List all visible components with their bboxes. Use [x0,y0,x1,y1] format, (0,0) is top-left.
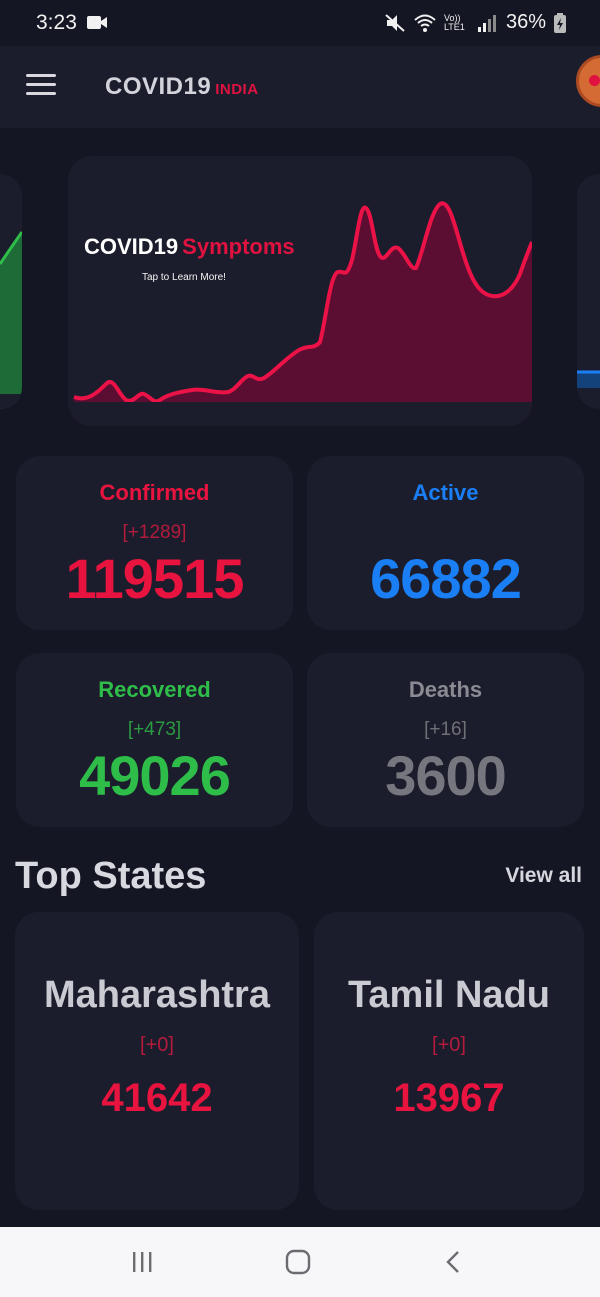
battery-percent: 36% [505,11,546,33]
carousel-card-next[interactable] [577,174,600,409]
state-value: 41642 [101,1076,213,1120]
app-title-text: COVID19 [105,73,212,100]
deaths-card[interactable]: Deaths [+16] 3600 [307,653,584,827]
deaths-label: Deaths [408,677,483,702]
back-icon[interactable] [440,1249,470,1275]
state-card-maharashtra[interactable]: Maharashtra [+0] 41642 [15,912,299,1210]
wifi-icon [414,14,436,32]
confirmed-card[interactable]: Confirmed [+1289] 119515 [16,456,293,630]
confirmed-value: 119515 [65,547,245,610]
status-bar: 3:23 Vo)) LTE1 36% [0,0,600,46]
state-delta: [+0] [432,1034,466,1056]
state-delta: [+0] [140,1034,174,1056]
signal-icon [477,14,496,32]
top-states-title: Top States [15,855,207,897]
symptoms-card-title: COVID19 Symptoms [84,234,295,260]
view-all-link[interactable]: View all [505,864,582,888]
mute-icon [385,13,405,32]
previous-card-chart [0,231,22,409]
status-icons: Vo)) LTE1 36% [384,11,566,34]
app-title-accent: INDIA [215,81,259,98]
state-card-tamil-nadu[interactable]: Tamil Nadu [+0] 13967 [314,912,584,1210]
recovered-card[interactable]: Recovered [+473] 49026 [16,653,293,827]
recent-apps-icon[interactable] [127,1249,157,1275]
network-label: Vo)) LTE1 [443,12,465,32]
symptoms-card-title-accent: Symptoms [182,234,295,259]
video-recording-icon [87,16,107,29]
active-label: Active [412,480,479,505]
symptoms-trend-chart [68,201,532,426]
info-carousel[interactable]: COVID19 Symptoms Tap to Learn More! [0,128,600,440]
state-value: 13967 [393,1076,505,1120]
confirmed-label: Confirmed [99,480,210,505]
app-bar: COVID19 INDIA [0,46,600,128]
battery-charging-icon [554,12,566,33]
app-title: COVID19 INDIA [105,73,259,101]
active-card[interactable]: Active 66882 [307,456,584,630]
recovered-label: Recovered [98,677,211,702]
active-value: 66882 [370,547,522,610]
recovered-value: 49026 [79,744,231,807]
system-navigation-bar [0,1227,600,1297]
confirmed-delta: [+1289] [122,522,187,543]
state-name: Tamil Nadu [348,974,550,1016]
next-card-chart [577,370,600,388]
deaths-value: 3600 [385,744,507,807]
symptoms-card-subtitle: Tap to Learn More! [142,272,226,283]
carousel-card-previous[interactable] [0,174,22,409]
home-icon[interactable] [283,1249,313,1275]
hamburger-menu-icon[interactable] [26,74,56,98]
recovered-delta: [+473] [127,719,182,740]
symptoms-card[interactable]: COVID19 Symptoms Tap to Learn More! [68,156,532,426]
deaths-delta: [+16] [424,719,467,740]
state-name: Maharashtra [44,974,270,1016]
symptoms-card-title-text: COVID19 [84,234,179,259]
status-time: 3:23 [36,11,77,34]
